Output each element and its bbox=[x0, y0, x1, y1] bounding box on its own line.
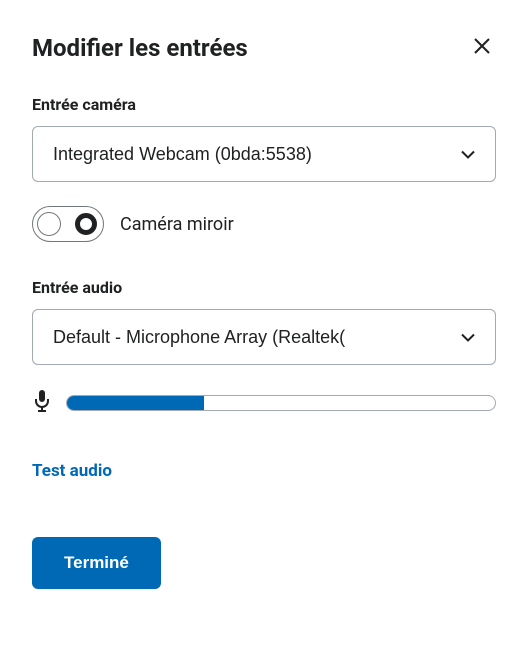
camera-section: Entrée caméra Integrated Webcam (0bda:55… bbox=[32, 95, 496, 242]
audio-level-fill bbox=[67, 396, 204, 410]
toggle-off-indicator bbox=[37, 212, 61, 236]
mirror-camera-toggle[interactable] bbox=[32, 206, 104, 242]
mirror-camera-label: Caméra miroir bbox=[120, 214, 234, 235]
close-icon bbox=[472, 36, 492, 59]
camera-select-value: Integrated Webcam (0bda:5538) bbox=[53, 144, 312, 165]
audio-select[interactable]: Default - Microphone Array (Realtek( bbox=[32, 309, 496, 365]
dialog-title: Modifier les entrées bbox=[32, 34, 248, 62]
close-button[interactable] bbox=[468, 32, 496, 63]
done-button[interactable]: Terminé bbox=[32, 537, 161, 589]
audio-input-label: Entrée audio bbox=[32, 278, 496, 297]
test-audio-link[interactable]: Test audio bbox=[32, 461, 112, 481]
audio-section: Entrée audio Default - Microphone Array … bbox=[32, 278, 496, 417]
microphone-icon bbox=[32, 389, 52, 417]
toggle-on-indicator bbox=[75, 213, 97, 235]
camera-input-label: Entrée caméra bbox=[32, 95, 496, 114]
audio-select-value: Default - Microphone Array (Realtek( bbox=[53, 327, 345, 348]
audio-level-meter bbox=[66, 395, 496, 411]
camera-select[interactable]: Integrated Webcam (0bda:5538) bbox=[32, 126, 496, 182]
